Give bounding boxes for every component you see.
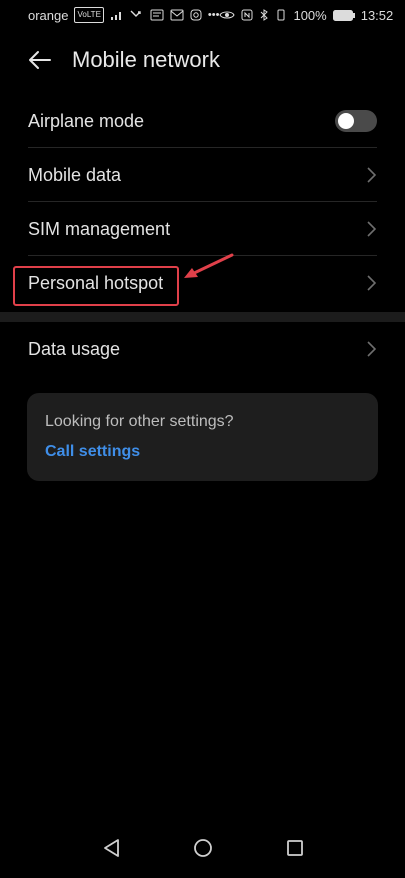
data-usage-row[interactable]: Data usage [0,322,405,376]
data-usage-section: Data usage [0,322,405,376]
triangle-back-icon [103,839,119,857]
bluetooth-icon [259,8,269,22]
carrier-name: orange [28,7,69,23]
instagram-icon [190,8,202,22]
nav-recents-button[interactable] [283,836,307,860]
email-icon [170,8,184,22]
airplane-mode-toggle[interactable] [335,110,377,132]
chevron-right-icon [365,275,377,291]
mobile-data-row[interactable]: Mobile data [0,148,405,202]
clock: 13:52 [360,7,394,23]
call-settings-link[interactable]: Call settings [45,443,140,461]
app-bar: Mobile network [0,32,405,88]
chevron-right-icon [365,341,377,357]
suggestion-card: Looking for other settings? Call setting… [27,393,378,481]
sim-management-row[interactable]: SIM management [0,202,405,256]
airplane-mode-label: Airplane mode [28,110,145,131]
missed-call-icon [130,8,144,22]
signal-icon [110,8,124,22]
sim-management-label: SIM management [28,218,171,239]
airplane-mode-row[interactable]: Airplane mode [0,94,405,148]
status-bar-left: orange VoLTE ••• [28,7,219,23]
battery-icon [332,8,355,22]
nav-back-button[interactable] [99,836,123,860]
section-separator [0,312,405,322]
chevron-right-icon [365,167,377,183]
nav-home-button[interactable] [191,836,215,860]
navigation-bar [0,818,405,878]
status-bar-right: 100% 13:52 [219,8,393,23]
square-recents-icon [286,840,303,856]
back-button[interactable] [26,46,54,74]
toggle-knob [338,113,354,129]
message-icon [150,8,164,22]
page-title: Mobile network [72,47,220,72]
circle-home-icon [193,839,212,857]
data-usage-label: Data usage [28,338,121,359]
back-arrow-icon [29,51,51,69]
chevron-right-icon [365,221,377,237]
suggestion-text: Looking for other settings? [45,413,234,430]
eye-icon [219,8,236,22]
volte-badge: VoLTE [74,7,104,23]
nfc-icon [241,8,253,22]
status-bar: orange VoLTE ••• 100% 13:52 [0,0,405,30]
highlight-annotation [13,266,179,306]
annotation-arrow-icon [184,253,234,278]
more-dots-icon: ••• [207,9,220,21]
mobile-data-label: Mobile data [28,164,122,185]
vibrate-icon [275,8,287,22]
battery-percent: 100% [293,7,327,23]
